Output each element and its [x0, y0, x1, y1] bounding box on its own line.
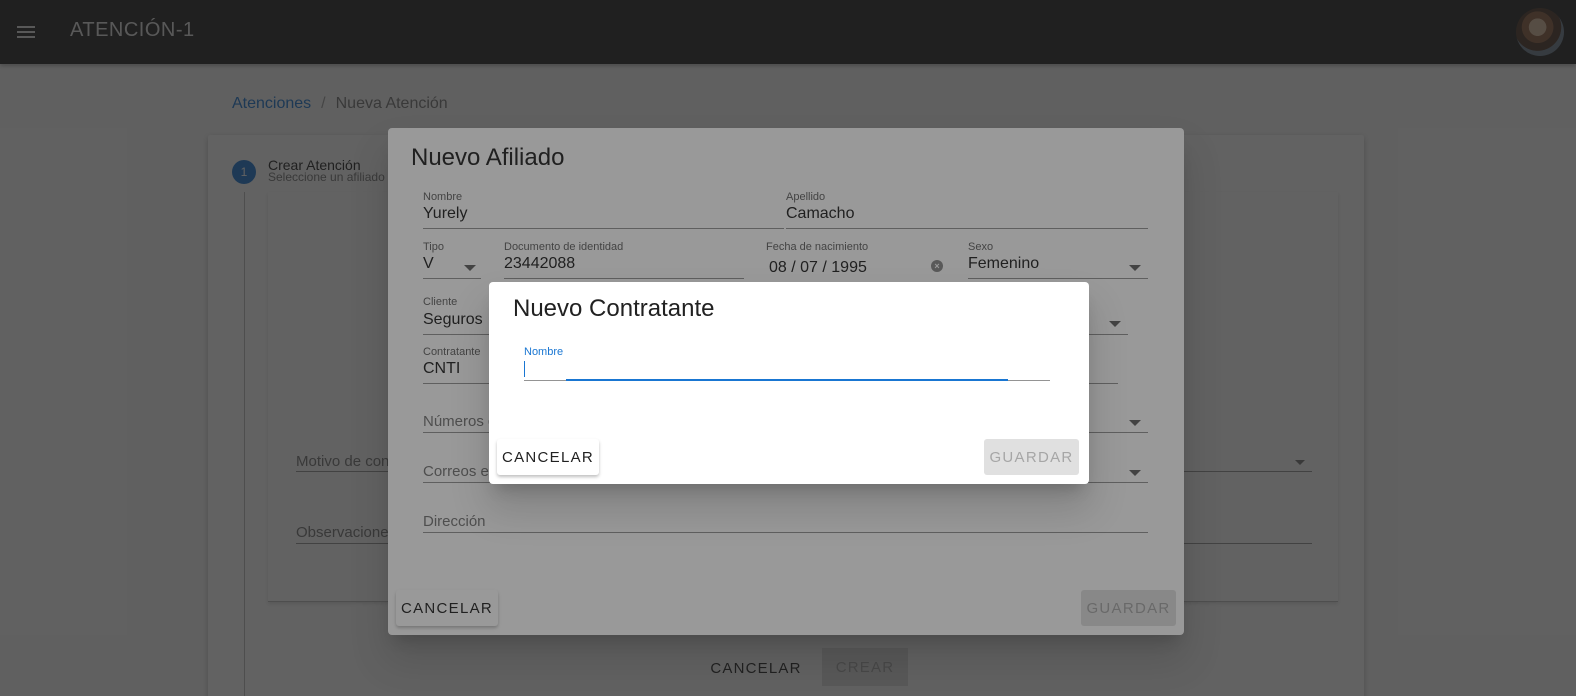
nuevo-contratante-dialog: Nuevo Contratante Nombre CANCELAR GUARDA…	[489, 282, 1089, 484]
contratante-nombre-focus-underline	[566, 379, 1008, 381]
text-cursor	[524, 361, 525, 377]
contratante-save-button[interactable]: GUARDAR	[984, 439, 1079, 475]
contratante-dialog-title: Nuevo Contratante	[513, 295, 715, 322]
contratante-nombre-input[interactable]	[524, 359, 1049, 379]
contratante-cancel-button[interactable]: CANCELAR	[497, 439, 599, 475]
contratante-nombre-label: Nombre	[524, 346, 564, 358]
